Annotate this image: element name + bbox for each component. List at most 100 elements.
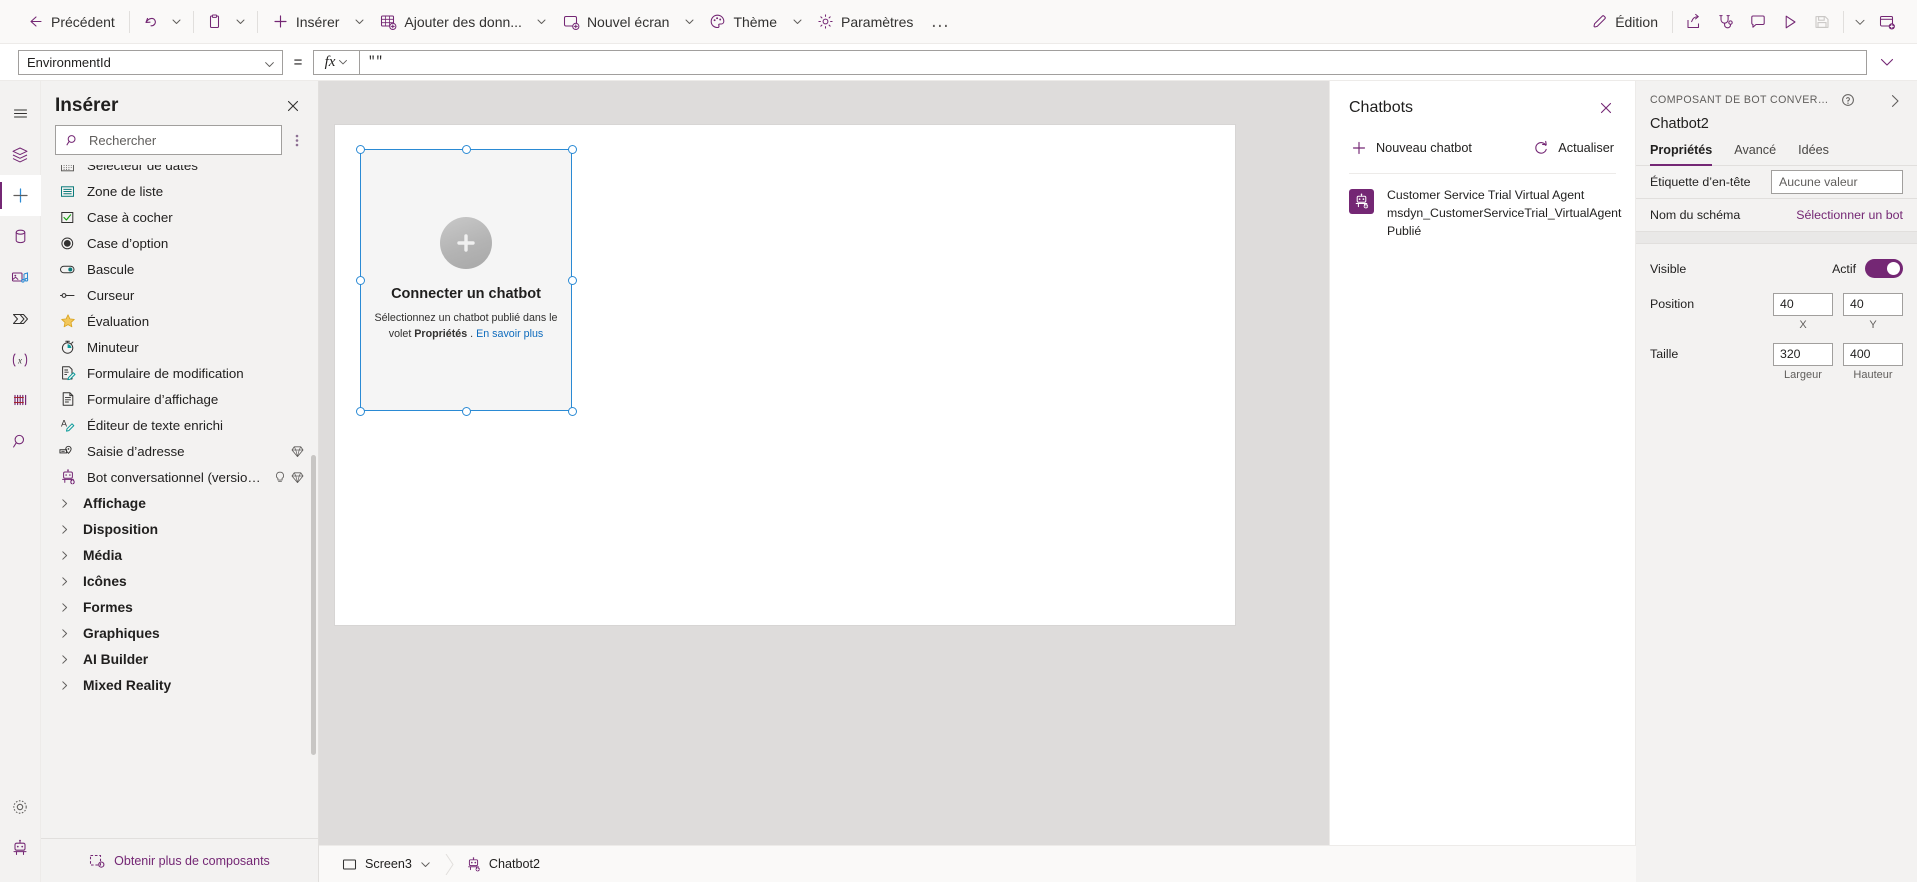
insert-item-checkbox[interactable]: Case à cocher (41, 204, 318, 230)
rail-item-data[interactable] (0, 216, 41, 257)
undo-button[interactable] (135, 5, 166, 39)
resize-handle-s[interactable] (461, 406, 471, 416)
tab-proprietes[interactable]: Propriétés (1650, 143, 1713, 166)
insert-category-mixed-reality[interactable]: Mixed Reality (41, 672, 318, 698)
resize-handle-w[interactable] (355, 275, 365, 285)
refresh-chatbots-button[interactable]: Actualiser (1531, 136, 1616, 160)
save-caret-button[interactable] (1849, 5, 1871, 39)
insert-panel-scrollbar[interactable] (311, 455, 316, 755)
rail-item-menu[interactable] (0, 93, 41, 134)
app-checker-button[interactable] (1710, 5, 1742, 39)
formula-expand-button[interactable] (1867, 48, 1907, 76)
insert-item-edit-form[interactable]: Formulaire de modification (41, 360, 318, 386)
insert-item-rich-text-editor[interactable]: A Éditeur de texte enrichi (41, 412, 318, 438)
insert-category-label: Mixed Reality (83, 677, 172, 693)
paste-button[interactable] (199, 5, 230, 39)
resize-handle-nw[interactable] (355, 144, 365, 154)
property-selector[interactable]: EnvironmentId (18, 49, 283, 75)
insert-category-formes[interactable]: Formes (41, 594, 318, 620)
search-box[interactable] (55, 125, 282, 155)
rail-item-monitor[interactable] (0, 380, 41, 421)
insert-item-display-form[interactable]: Formulaire d’affichage (41, 386, 318, 412)
rail-item-media[interactable] (0, 257, 41, 298)
publish-button[interactable] (1871, 5, 1903, 39)
resize-handle-n[interactable] (461, 144, 471, 154)
resize-handle-se[interactable] (567, 406, 577, 416)
insert-button[interactable]: Insérer (263, 5, 349, 39)
edit-mode-button[interactable]: Édition (1582, 5, 1667, 39)
new-screen-button[interactable]: Nouvel écran (553, 5, 679, 39)
save-button[interactable] (1806, 5, 1838, 39)
app-screen[interactable]: Connecter un chatbot Sélectionnez un cha… (335, 125, 1235, 625)
theme-caret-button[interactable] (786, 5, 808, 39)
search-input[interactable] (87, 131, 272, 149)
rail-item-insert[interactable] (0, 175, 41, 216)
breadcrumb-screen[interactable]: Screen3 (333, 851, 442, 878)
fx-button[interactable]: fx (313, 49, 359, 75)
insert-category-media[interactable]: Média (41, 542, 318, 568)
breadcrumb-control[interactable]: Chatbot2 (457, 851, 551, 878)
insert-item-date-picker[interactable]: Sélecteur de dates (41, 165, 318, 178)
insert-item-toggle[interactable]: Bascule (41, 256, 318, 282)
insert-category-ai-builder[interactable]: AI Builder (41, 646, 318, 672)
size-height-input[interactable]: 400 (1843, 342, 1903, 366)
chatbot-control[interactable]: Connecter un chatbot Sélectionnez un cha… (360, 149, 572, 411)
insert-category-graphiques[interactable]: Graphiques (41, 620, 318, 646)
size-width-input[interactable]: 320 (1773, 342, 1833, 366)
formula-input[interactable]: "" (359, 49, 1867, 75)
chatbots-panel-header: Chatbots (1330, 81, 1635, 118)
preview-button[interactable] (1774, 5, 1806, 39)
resize-handle-sw[interactable] (355, 406, 365, 416)
insert-item-list-box[interactable]: Zone de liste (41, 178, 318, 204)
insert-item-slider[interactable]: Curseur (41, 282, 318, 308)
header-label-input[interactable]: Aucune valeur (1771, 170, 1903, 194)
settings-button[interactable]: Paramètres (808, 5, 922, 39)
insert-item-radio[interactable]: Case d’option (41, 230, 318, 256)
help-circle-icon[interactable] (1841, 93, 1855, 107)
rail-item-copilot[interactable] (0, 827, 41, 868)
canvas-area[interactable]: Connecter un chatbot Sélectionnez un cha… (319, 81, 1329, 845)
tab-idees[interactable]: Idées (1798, 143, 1829, 165)
add-data-caret-button[interactable] (531, 5, 553, 39)
position-y-input[interactable]: 40 (1843, 292, 1903, 316)
undo-caret-button[interactable] (166, 5, 188, 39)
new-screen-caret-button[interactable] (678, 5, 700, 39)
insert-panel-more-button[interactable] (286, 126, 308, 154)
insert-item-timer[interactable]: Minuteur (41, 334, 318, 360)
plus-circle-icon[interactable] (440, 217, 492, 270)
chatbot-item-text: Customer Service Trial Virtual Agent msd… (1387, 187, 1621, 240)
get-more-components-button[interactable]: Obtenir plus de composants (41, 838, 318, 882)
rail-item-search[interactable] (0, 421, 41, 462)
back-button[interactable]: Précédent (18, 5, 124, 39)
resize-handle-e[interactable] (567, 275, 577, 285)
theme-button[interactable]: Thème (700, 5, 786, 39)
share-button[interactable] (1678, 5, 1710, 39)
tab-avance[interactable]: Avancé (1734, 143, 1776, 165)
insert-item-chatbot[interactable]: Bot conversationnel (version p... (41, 464, 318, 490)
position-x-input[interactable]: 40 (1773, 292, 1833, 316)
rail-item-power-automate[interactable] (0, 298, 41, 339)
properties-tabs: Propriétés Avancé Idées (1636, 132, 1917, 166)
rail-item-variables[interactable]: x (0, 339, 41, 380)
chatbot-list-item[interactable]: Customer Service Trial Virtual Agent msd… (1330, 174, 1635, 253)
close-chatbots-panel-button[interactable] (1596, 98, 1616, 118)
overflow-menu-button[interactable]: … (922, 12, 958, 31)
visible-toggle[interactable] (1865, 259, 1903, 278)
new-chatbot-button[interactable]: Nouveau chatbot (1349, 136, 1474, 160)
rail-item-tree-view[interactable] (0, 134, 41, 175)
paste-caret-button[interactable] (230, 5, 252, 39)
resize-handle-ne[interactable] (567, 144, 577, 154)
insert-caret-button[interactable] (348, 5, 370, 39)
insert-item-rating[interactable]: Évaluation (41, 308, 318, 334)
insert-category-affichage[interactable]: Affichage (41, 490, 318, 516)
learn-more-link[interactable]: En savoir plus (476, 328, 543, 340)
insert-category-disposition[interactable]: Disposition (41, 516, 318, 542)
insert-category-icones[interactable]: Icônes (41, 568, 318, 594)
comments-button[interactable] (1742, 5, 1774, 39)
insert-item-address-input[interactable]: Saisie d’adresse (41, 438, 318, 464)
collapse-properties-panel-button[interactable] (1885, 93, 1905, 109)
select-bot-link[interactable]: Sélectionner un bot (1796, 208, 1903, 222)
close-insert-panel-button[interactable] (282, 95, 304, 117)
add-data-button[interactable]: Ajouter des donn... (370, 5, 531, 39)
rail-item-settings[interactable] (0, 786, 41, 827)
